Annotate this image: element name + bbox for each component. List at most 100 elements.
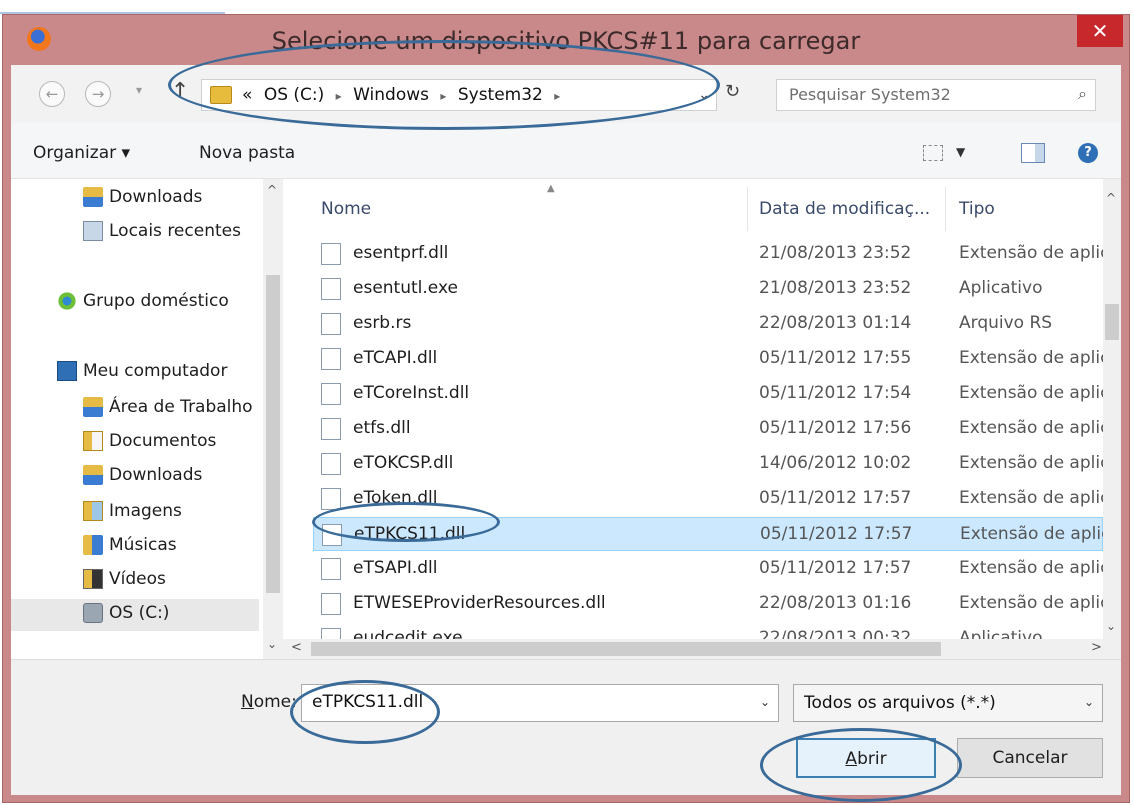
generic-file-icon xyxy=(321,313,341,335)
file-row[interactable]: esrb.rs 22/08/2013 01:14 Arquivo RS xyxy=(313,307,1103,341)
nav-item-desktop[interactable]: Área de Trabalho xyxy=(11,393,259,425)
file-row[interactable]: eToken.dll 05/11/2012 17:57 Extensão de … xyxy=(313,482,1103,516)
scroll-left-icon[interactable]: < xyxy=(291,640,302,655)
dll-file-icon xyxy=(321,593,341,615)
breadcrumb-separator-icon[interactable]: ▸ xyxy=(554,89,560,103)
up-folder-button[interactable]: ↑ xyxy=(171,79,189,104)
file-row[interactable]: ETWESEProviderResources.dll 22/08/2013 0… xyxy=(313,587,1103,621)
preview-pane-icon[interactable] xyxy=(1021,143,1045,163)
nav-item-music[interactable]: Músicas xyxy=(11,531,259,563)
forward-button[interactable]: → xyxy=(85,81,111,107)
command-bar: Organizar ▾ Nova pasta ▼ ? xyxy=(11,123,1121,179)
nav-item-homegroup[interactable]: Grupo doméstico xyxy=(11,287,259,319)
dll-file-icon xyxy=(321,418,341,440)
nav-item-label: Grupo doméstico xyxy=(83,291,229,311)
file-date: 21/08/2013 23:52 xyxy=(759,278,912,298)
nav-pane-scrollbar[interactable]: ^ ⌄ xyxy=(263,179,283,659)
breadcrumb-overflow[interactable]: « xyxy=(242,85,252,105)
file-open-dialog: Selecione um dispositivo PKCS#11 para ca… xyxy=(2,14,1130,803)
close-button[interactable]: ✕ xyxy=(1077,15,1123,47)
file-type: Extensão de aplicativo xyxy=(960,524,1104,544)
address-row: ← → ▾ ↑ « OS (C:) ▸ Windows ▸ System32 ▸… xyxy=(11,65,1121,123)
file-date: 05/11/2012 17:57 xyxy=(759,558,912,578)
scroll-up-icon[interactable]: ^ xyxy=(267,183,277,197)
file-type-filter[interactable]: Todos os arquivos (*.*) ⌄ xyxy=(793,684,1103,722)
file-name-input[interactable] xyxy=(310,691,740,713)
file-date: 05/11/2012 17:55 xyxy=(759,348,912,368)
nav-item-downloads[interactable]: Downloads xyxy=(11,461,259,493)
file-name: ETWESEProviderResources.dll xyxy=(353,593,606,613)
file-row[interactable]: esentprf.dll 21/08/2013 23:52 Extensão d… xyxy=(313,237,1103,271)
help-icon[interactable]: ? xyxy=(1078,143,1098,163)
scroll-right-icon[interactable]: > xyxy=(1091,640,1102,655)
new-folder-button[interactable]: Nova pasta xyxy=(199,143,295,163)
dll-file-icon xyxy=(321,243,341,265)
column-divider[interactable] xyxy=(747,187,748,231)
nav-item-label: Downloads xyxy=(109,465,203,485)
file-row[interactable]: eTOKCSP.dll 14/06/2012 10:02 Extensão de… xyxy=(313,447,1103,481)
folder-icon xyxy=(210,86,232,104)
breadcrumb-system32[interactable]: System32 xyxy=(458,85,543,105)
file-name: eTCAPI.dll xyxy=(353,348,438,368)
scrollbar-thumb[interactable] xyxy=(266,275,280,593)
file-row-selected[interactable]: eTPKCS11.dll 05/11/2012 17:57 Extensão d… xyxy=(313,517,1104,551)
file-row[interactable]: eTCAPI.dll 05/11/2012 17:55 Extensão de … xyxy=(313,342,1103,376)
search-icon[interactable]: ⌕ xyxy=(1078,84,1087,104)
file-date: 05/11/2012 17:54 xyxy=(759,383,912,403)
file-row[interactable]: eTCoreInst.dll 05/11/2012 17:54 Extensão… xyxy=(313,377,1103,411)
nav-item-pictures[interactable]: Imagens xyxy=(11,497,259,529)
file-name: esentprf.dll xyxy=(353,243,449,263)
breadcrumb-separator-icon[interactable]: ▸ xyxy=(440,89,446,103)
view-options-icon[interactable] xyxy=(923,145,943,161)
nav-item-recent-places[interactable]: Locais recentes xyxy=(11,217,259,249)
refresh-button[interactable]: ↻ xyxy=(725,81,740,102)
open-button[interactable]: Abrir xyxy=(796,738,936,778)
breadcrumb-windows[interactable]: Windows xyxy=(353,85,429,105)
dll-file-icon xyxy=(322,524,342,546)
file-name-dropdown-icon[interactable]: ⌄ xyxy=(760,695,770,709)
search-input[interactable] xyxy=(787,84,1057,105)
file-name: eToken.dll xyxy=(353,488,438,508)
nav-item-documents[interactable]: Documentos xyxy=(11,427,259,459)
file-type-dropdown-icon[interactable]: ⌄ xyxy=(1084,695,1094,709)
scroll-up-icon[interactable]: ^ xyxy=(1106,191,1116,205)
nav-item-os-c[interactable]: OS (C:) xyxy=(11,599,259,631)
file-row[interactable]: eTSAPI.dll 05/11/2012 17:57 Extensão de … xyxy=(313,552,1103,586)
file-type: Aplicativo xyxy=(959,278,1043,298)
file-row[interactable]: etfs.dll 05/11/2012 17:56 Extensão de ap… xyxy=(313,412,1103,446)
file-list-vertical-scrollbar[interactable]: ^ ⌄ xyxy=(1103,179,1121,639)
nav-item-downloads[interactable]: Downloads xyxy=(11,183,259,215)
file-type: Extensão de aplicativo xyxy=(959,453,1103,473)
breadcrumb-os-c[interactable]: OS (C:) xyxy=(264,85,324,105)
column-header-type[interactable]: Tipo xyxy=(959,199,995,219)
scrollbar-thumb[interactable] xyxy=(311,642,941,656)
view-options-dropdown-icon[interactable]: ▼ xyxy=(956,145,965,159)
file-type: Extensão de aplicativo xyxy=(959,593,1103,613)
breadcrumb-separator-icon[interactable]: ▸ xyxy=(336,89,342,103)
file-list-horizontal-scrollbar[interactable]: < > xyxy=(283,639,1121,659)
file-type-filter-value: Todos os arquivos (*.*) xyxy=(804,693,996,713)
file-row[interactable]: esentutl.exe 21/08/2013 23:52 Aplicativo xyxy=(313,272,1103,306)
address-bar[interactable]: « OS (C:) ▸ Windows ▸ System32 ▸ ⌄ xyxy=(201,79,717,111)
organize-button[interactable]: Organizar ▾ xyxy=(33,143,130,163)
nav-item-label: Músicas xyxy=(109,535,177,555)
nav-item-computer[interactable]: Meu computador xyxy=(11,357,259,389)
file-name: eTCoreInst.dll xyxy=(353,383,470,403)
file-type: Extensão de aplicativo xyxy=(959,418,1103,438)
scroll-down-icon[interactable]: ⌄ xyxy=(1106,619,1116,633)
scroll-down-icon[interactable]: ⌄ xyxy=(267,637,277,651)
music-icon xyxy=(83,535,103,555)
column-header-name[interactable]: Nome xyxy=(321,199,371,219)
file-name-label-text: ome: xyxy=(253,692,297,712)
column-header-date[interactable]: Data de modificaç... xyxy=(759,199,930,219)
column-divider[interactable] xyxy=(945,187,946,231)
cancel-button[interactable]: Cancelar xyxy=(957,738,1103,778)
file-name: esrb.rs xyxy=(353,313,412,333)
back-button[interactable]: ← xyxy=(39,81,65,107)
file-type: Extensão de aplicativo xyxy=(959,348,1103,368)
search-box: ⌕ xyxy=(776,79,1096,111)
nav-item-videos[interactable]: Vídeos xyxy=(11,565,259,597)
scrollbar-thumb[interactable] xyxy=(1105,304,1119,340)
recent-locations-dropdown[interactable]: ▾ xyxy=(136,83,142,97)
address-dropdown-icon[interactable]: ⌄ xyxy=(698,87,710,103)
